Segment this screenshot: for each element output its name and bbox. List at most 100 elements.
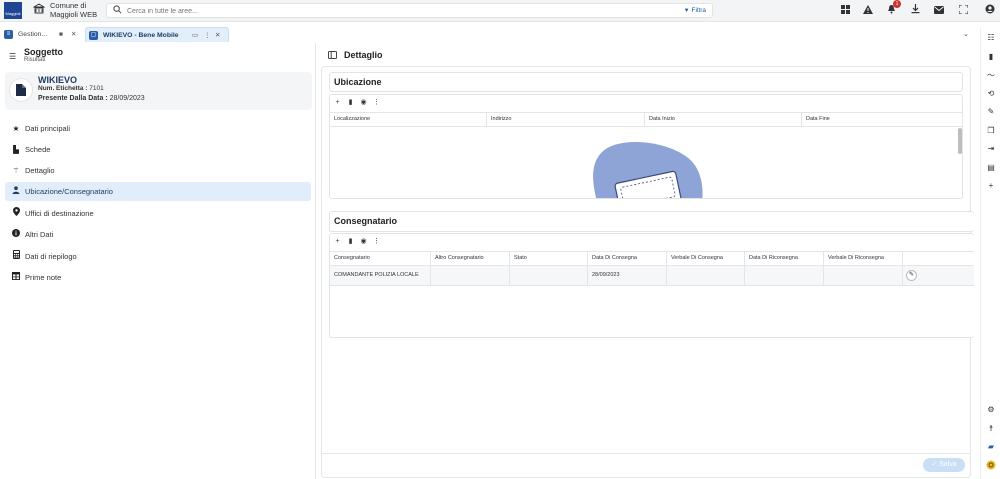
app-title-line2: Maggioli WEB bbox=[50, 9, 98, 19]
record-presente-data: Presente Dalla Data : 28/09/2023 bbox=[38, 95, 145, 102]
menu-item-dati-riepilogo[interactable]: Dati di riepilogo bbox=[5, 247, 311, 266]
bookmark-outline-icon[interactable]: ▭ bbox=[192, 28, 198, 43]
column-header[interactable]: Stato bbox=[510, 252, 588, 265]
menu-label: Schede bbox=[25, 145, 51, 154]
gear-icon[interactable]: ⚙ bbox=[981, 405, 1000, 414]
menu-item-dettaglio[interactable]: ⚚ Dettaglio bbox=[5, 161, 311, 180]
user-account-icon[interactable] bbox=[984, 4, 996, 18]
filter-button[interactable]: ▼ Filtra bbox=[684, 6, 706, 16]
left-panel: ☰ Soggetto Risultati WIKIEVO Num. Etiche… bbox=[0, 43, 316, 479]
ubicazione-grid: + ▮ ◉ ⋮ Localizzazione Indirizzo Data Inizi… bbox=[329, 94, 963, 199]
edit-pencil-icon[interactable]: ✎ bbox=[906, 270, 917, 281]
column-header[interactable]: Verbale Di Riconsegna bbox=[824, 252, 903, 265]
bookmark-icon[interactable]: ■ bbox=[59, 27, 63, 42]
export-icon[interactable]: ⇥ bbox=[981, 144, 1000, 153]
fullscreen-icon[interactable] bbox=[957, 4, 969, 18]
table-icon bbox=[11, 268, 21, 287]
mail-icon[interactable] bbox=[933, 4, 945, 18]
add-icon[interactable]: + bbox=[981, 181, 1000, 190]
record-num-etichetta: Num. Etichetta : 7101 bbox=[38, 85, 104, 92]
book-icon[interactable]: ▮ bbox=[981, 52, 1000, 61]
column-header[interactable]: Data Di Consegna bbox=[588, 252, 667, 265]
save-button[interactable]: ✓ Salva bbox=[923, 458, 965, 472]
trash-icon[interactable]: ▮ bbox=[344, 237, 357, 245]
list-settings-icon[interactable]: ☷ bbox=[981, 33, 1000, 42]
warning-icon[interactable] bbox=[862, 4, 874, 18]
chart-line-icon[interactable]: 〜 bbox=[981, 70, 1000, 81]
menu-label: Dettaglio bbox=[25, 166, 55, 175]
consegnatario-header: Consegnatario bbox=[329, 211, 974, 232]
calculator-icon bbox=[11, 247, 21, 266]
close-icon[interactable]: ✕ bbox=[71, 27, 76, 42]
ubicazione-header-row: Localizzazione Indirizzo Data Inizio Dat… bbox=[330, 112, 962, 127]
menu-icon[interactable]: ☰ bbox=[9, 52, 16, 61]
scrollbar[interactable] bbox=[958, 128, 962, 154]
menu-item-ubicazione-consegnatario[interactable]: Ubicazione/Consegnatario bbox=[5, 182, 311, 201]
menu-item-prime-note[interactable]: Prime note bbox=[5, 268, 311, 287]
copy-icon[interactable]: ❐ bbox=[981, 126, 1000, 135]
num-value: 7101 bbox=[89, 85, 104, 92]
tab-wikievo-label: WIKIEVO - Bene Mobile bbox=[103, 32, 179, 39]
panel-title: Soggetto bbox=[24, 47, 63, 57]
table-row[interactable]: COMANDANTE POLIZIA LOCALE 28/09/2023 ✎ bbox=[330, 266, 974, 286]
menu-label: Altri Dati bbox=[25, 230, 54, 239]
add-icon[interactable]: + bbox=[331, 238, 344, 245]
filter-label: Filtra bbox=[691, 7, 706, 14]
cell-verbale-consegna bbox=[667, 266, 745, 285]
help-circle-icon[interactable] bbox=[981, 460, 1000, 472]
accessibility-icon[interactable]: ☨ bbox=[981, 424, 1000, 433]
menu-item-dati-principali[interactable]: ★ Dati principali bbox=[5, 119, 311, 138]
cell-data-riconsegna bbox=[745, 266, 824, 285]
consegnatario-toolbar: + ▮ ◉ ⋮ bbox=[331, 237, 383, 245]
info-icon bbox=[11, 225, 21, 244]
document-icon: ▙ bbox=[13, 145, 19, 154]
more-vertical-icon[interactable]: ⋮ bbox=[370, 237, 383, 245]
empty-state-illustration bbox=[593, 142, 703, 198]
menu-item-schede[interactable]: ▙ Schede bbox=[5, 140, 311, 159]
notification-badge: 1 bbox=[893, 0, 901, 8]
ubicazione-header: Ubicazione bbox=[329, 72, 963, 92]
save-label: Salva bbox=[939, 461, 957, 468]
main-title: Dettaglio bbox=[344, 50, 383, 60]
add-icon[interactable]: + bbox=[331, 99, 344, 106]
cell-actions: ✎ bbox=[903, 266, 974, 285]
column-header[interactable]: Verbale Di Consegna bbox=[667, 252, 745, 265]
trash-icon[interactable]: ▮ bbox=[344, 98, 357, 106]
more-vertical-icon[interactable]: ⋮ bbox=[204, 28, 211, 43]
chevron-down-icon[interactable]: ⌄ bbox=[963, 30, 969, 38]
column-header[interactable]: Indirizzo bbox=[487, 113, 645, 126]
cell-data-consegna: 28/09/2023 bbox=[588, 266, 667, 285]
cell-stato bbox=[510, 266, 588, 285]
more-vertical-icon[interactable]: ⋮ bbox=[370, 98, 383, 106]
panel-subtitle[interactable]: Risultati bbox=[24, 57, 45, 63]
menu-label: Prime note bbox=[25, 273, 62, 282]
pin-icon[interactable]: ✎ bbox=[981, 107, 1000, 116]
history-icon[interactable]: ⟲ bbox=[981, 89, 1000, 98]
column-header[interactable]: Data Di Riconsegna bbox=[745, 252, 824, 265]
tab-gestion[interactable]: ≡ Gestion... ■ ✕ bbox=[4, 27, 84, 42]
maggioli-logo[interactable]: Maggioli bbox=[4, 2, 22, 19]
column-header[interactable]: Consegnatario bbox=[330, 252, 431, 265]
column-header[interactable]: Localizzazione bbox=[330, 113, 487, 126]
column-header[interactable]: Altro Consegnatario bbox=[431, 252, 510, 265]
column-header[interactable]: Data Fine bbox=[802, 113, 962, 126]
menu-item-uffici-destinazione[interactable]: Uffici di destinazione bbox=[5, 204, 311, 223]
panel-toggle-icon[interactable] bbox=[328, 51, 337, 61]
global-search: ▼Filtra bbox=[106, 3, 713, 18]
record-name: WIKIEVO bbox=[38, 75, 78, 85]
chat-icon[interactable]: ▰ bbox=[981, 442, 1000, 451]
eye-icon[interactable]: ◉ bbox=[357, 237, 370, 245]
download-icon[interactable] bbox=[909, 4, 921, 18]
eye-icon[interactable]: ◉ bbox=[357, 98, 370, 106]
menu-label: Dati principali bbox=[25, 124, 71, 133]
search-input[interactable] bbox=[127, 5, 567, 17]
close-icon[interactable]: ✕ bbox=[215, 28, 220, 43]
file-icon[interactable]: ▤ bbox=[981, 163, 1000, 172]
menu-item-altri-dati[interactable]: Altri Dati bbox=[5, 225, 311, 244]
apps-grid-icon[interactable] bbox=[839, 4, 851, 18]
column-header[interactable]: Data Inizio bbox=[645, 113, 802, 126]
consegnatario-grid: + ▮ ◉ ⋮ Consegnatario Altro Consegnatario S… bbox=[329, 233, 974, 338]
building-icon bbox=[32, 3, 46, 15]
map-pin-icon bbox=[11, 204, 21, 223]
tab-wikievo[interactable]: ▢ WIKIEVO - Bene Mobile ▭ ⋮ ✕ bbox=[85, 27, 229, 42]
